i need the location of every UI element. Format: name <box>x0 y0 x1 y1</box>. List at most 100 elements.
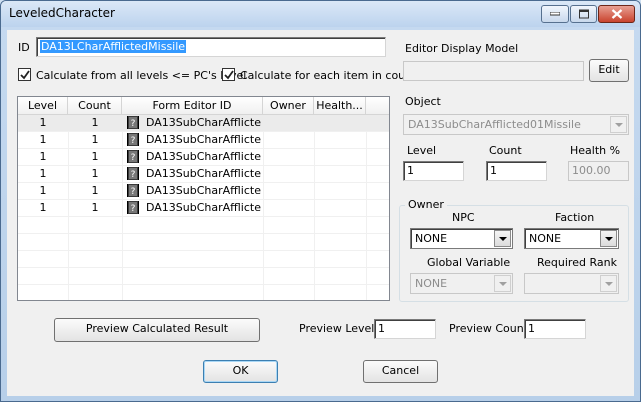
list-item[interactable]: 1 1? DA13SubCharAfflicte... <box>18 115 389 132</box>
row-count: 1 <box>91 167 99 180</box>
checkmark-icon <box>20 70 30 80</box>
svg-text:?: ? <box>131 187 136 197</box>
list-item[interactable]: 1 1? DA13SubCharAfflicte... <box>18 183 389 200</box>
row-level: 1 <box>39 133 47 146</box>
list-item[interactable]: 1 1? DA13SubCharAfflicte... <box>18 200 389 217</box>
id-label: ID <box>18 41 30 54</box>
row-form-editor-id-text: DA13SubCharAfflicte... <box>146 116 262 129</box>
count-label: Count <box>489 144 522 157</box>
chevron-down-icon <box>615 123 623 127</box>
empty-row <box>18 268 389 285</box>
calc-all-levels-checkbox[interactable] <box>18 68 31 81</box>
row-form-editor-id-text: DA13SubCharAfflicte... <box>146 133 262 146</box>
svg-text:?: ? <box>131 204 136 214</box>
health-input: 100.00 <box>568 161 629 181</box>
list-item[interactable]: 1 1? DA13SubCharAfflicte... <box>18 166 389 183</box>
npc-icon: ? <box>127 167 139 180</box>
chevron-down-icon <box>605 237 613 241</box>
preview-level-input[interactable]: 1 <box>374 319 436 339</box>
row-form-editor-id-text: DA13SubCharAfflicte... <box>146 150 262 163</box>
empty-row <box>18 285 389 300</box>
row-form-editor-id-text: DA13SubCharAfflicte... <box>146 184 262 197</box>
faction-label: Faction <box>555 211 595 224</box>
maximize-icon <box>578 9 589 19</box>
row-level: 1 <box>39 201 47 214</box>
row-form-editor-id: ? DA13SubCharAfflicte... <box>122 184 262 197</box>
window-title: LeveledCharacter <box>9 6 115 20</box>
object-select-value: DA13SubCharAfflicted01Missile <box>408 118 581 131</box>
row-count: 1 <box>91 133 99 146</box>
required-rank-dropdown-button <box>600 275 617 292</box>
leveled-character-window: LeveledCharacter ID DA13LCharAfflictedMi… <box>0 0 641 402</box>
global-variable-select-value: NONE <box>415 277 448 290</box>
svg-text:?: ? <box>131 136 136 146</box>
row-form-editor-id: ? DA13SubCharAfflicte... <box>122 167 262 180</box>
row-count: 1 <box>91 184 99 197</box>
ok-button[interactable]: OK <box>203 360 278 383</box>
leveled-list[interactable]: Level Count Form Editor ID Owner Health.… <box>17 96 390 301</box>
required-rank-select <box>524 273 619 294</box>
close-button[interactable] <box>598 5 635 23</box>
id-input[interactable]: DA13LCharAfflictedMissile <box>36 37 386 57</box>
list-item[interactable]: 1 1? DA13SubCharAfflicte... <box>18 132 389 149</box>
global-variable-select: NONE <box>410 273 513 294</box>
row-form-editor-id: ? DA13SubCharAfflicte... <box>122 201 262 214</box>
row-count: 1 <box>91 150 99 163</box>
preview-calculated-result-button[interactable]: Preview Calculated Result <box>54 318 260 342</box>
npc-icon: ? <box>127 133 139 146</box>
display-model-field <box>403 61 584 81</box>
faction-select[interactable]: NONE <box>524 228 619 249</box>
row-form-editor-id: ? DA13SubCharAfflicte... <box>122 133 262 146</box>
npc-select-value: NONE <box>415 232 448 245</box>
npc-select[interactable]: NONE <box>410 228 513 249</box>
empty-row <box>18 234 389 251</box>
column-header-health[interactable]: Health... <box>314 97 366 115</box>
list-item[interactable]: 1 1? DA13SubCharAfflicte... <box>18 149 389 166</box>
column-header-count[interactable]: Count <box>68 97 122 115</box>
faction-select-value: NONE <box>529 232 562 245</box>
column-header-filler <box>366 97 389 115</box>
row-count: 1 <box>91 201 99 214</box>
maximize-button[interactable] <box>570 5 597 23</box>
row-form-editor-id: ? DA13SubCharAfflicte... <box>122 150 262 163</box>
svg-text:?: ? <box>131 170 136 180</box>
svg-text:?: ? <box>131 119 136 129</box>
count-input[interactable]: 1 <box>486 161 547 181</box>
faction-dropdown-button[interactable] <box>600 230 617 247</box>
id-input-value: DA13LCharAfflictedMissile <box>40 40 187 53</box>
row-level: 1 <box>39 116 47 129</box>
empty-row <box>18 251 389 268</box>
npc-dropdown-button[interactable] <box>494 230 511 247</box>
close-icon <box>611 9 622 19</box>
column-header-form-editor-id[interactable]: Form Editor ID <box>122 97 263 115</box>
preview-count-input[interactable]: 1 <box>524 319 586 339</box>
level-input[interactable]: 1 <box>403 161 464 181</box>
title-bar[interactable]: LeveledCharacter <box>1 1 640 27</box>
preview-level-label: Preview Level <box>299 322 375 335</box>
row-form-editor-id-text: DA13SubCharAfflicte... <box>146 201 262 214</box>
npc-icon: ? <box>127 116 139 129</box>
object-label: Object <box>405 95 441 108</box>
column-header-level[interactable]: Level <box>18 97 68 115</box>
owner-group-title: Owner <box>405 198 447 211</box>
calc-each-item-label: Calculate for each item in count <box>240 69 417 82</box>
edit-display-model-button[interactable]: Edit <box>589 59 629 82</box>
empty-row <box>18 217 389 234</box>
chevron-down-icon <box>499 282 507 286</box>
column-header-owner[interactable]: Owner <box>263 97 314 115</box>
level-label: Level <box>407 144 437 157</box>
row-count: 1 <box>91 116 99 129</box>
checkmark-icon <box>224 70 234 80</box>
calc-each-item-checkbox[interactable] <box>222 68 235 81</box>
minimize-button[interactable] <box>541 5 569 23</box>
chevron-down-icon <box>499 237 507 241</box>
row-level: 1 <box>39 150 47 163</box>
npc-icon: ? <box>127 150 139 163</box>
minimize-icon <box>550 12 560 16</box>
health-label: Health % <box>570 144 621 157</box>
npc-icon: ? <box>127 201 139 214</box>
display-model-label: Editor Display Model <box>405 42 519 55</box>
row-form-editor-id-text: DA13SubCharAfflicte... <box>146 167 262 180</box>
cancel-button[interactable]: Cancel <box>363 360 438 383</box>
dialog-body: ID DA13LCharAfflictedMissile Calculate f… <box>7 30 634 396</box>
